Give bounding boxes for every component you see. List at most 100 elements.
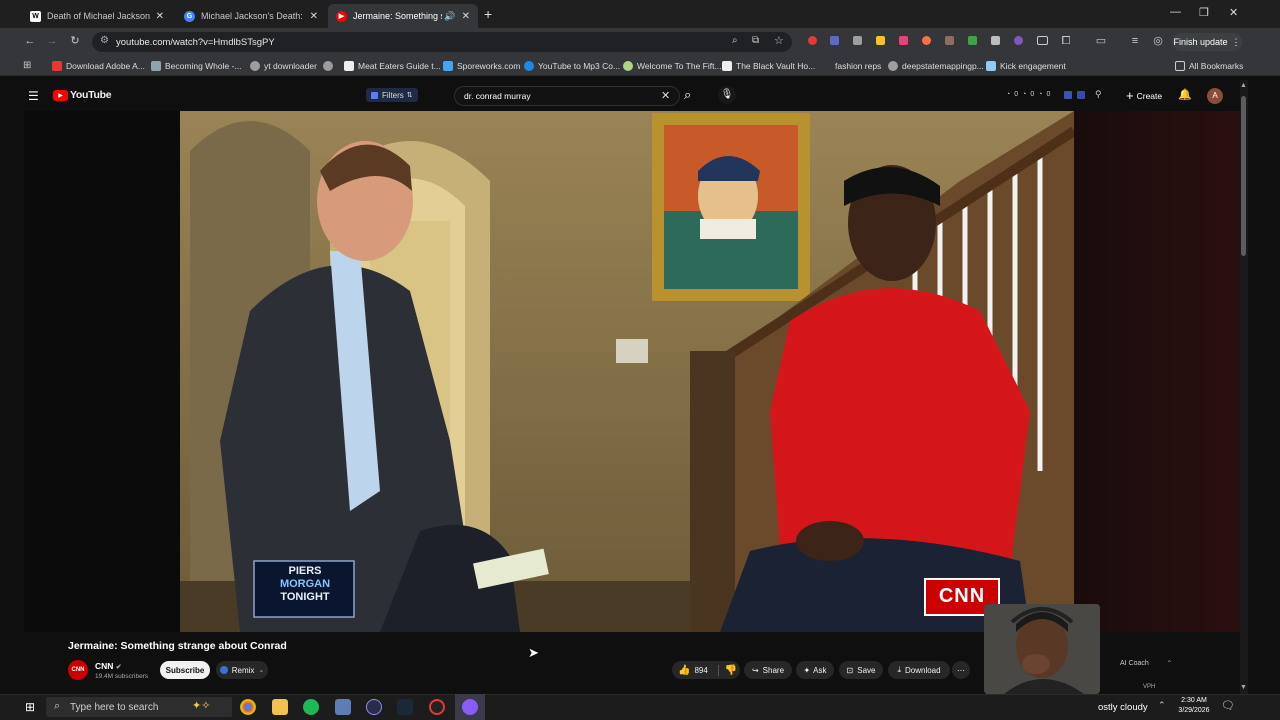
- extension-monitor-icon[interactable]: [1037, 36, 1048, 45]
- bookmark-item[interactable]: yt downloader: [250, 58, 317, 74]
- save-button[interactable]: ⊡ Save: [839, 661, 883, 679]
- thumbs-down-icon[interactable]: 👎: [717, 664, 737, 676]
- clear-search-icon[interactable]: ✕: [661, 89, 670, 102]
- download-button[interactable]: ⤓ Download: [888, 661, 950, 679]
- bookmark-item[interactable]: YouTube to Mp3 Co...: [524, 58, 620, 74]
- create-button[interactable]: + Create: [1126, 88, 1162, 103]
- extension-blue-icon[interactable]: [830, 36, 839, 45]
- close-tab-icon[interactable]: ✕: [310, 11, 318, 22]
- address-bar[interactable]: ⚙ youtube.com/watch?v=HmdlbSTsgPY ⌕ ⧉ ☆: [92, 32, 792, 52]
- avatar[interactable]: A: [1207, 88, 1223, 104]
- bookmark-item[interactable]: deepstatemappingp...: [888, 58, 984, 74]
- extension-pink-icon[interactable]: [899, 36, 908, 45]
- new-tab-icon[interactable]: +: [484, 6, 492, 22]
- ai-coach-button[interactable]: AI Coach: [1120, 660, 1149, 667]
- app-icon[interactable]: [335, 699, 351, 715]
- browser-tab-3-active[interactable]: ▶ Jermaine: Something strang 🔊 ✕: [328, 4, 478, 28]
- back-arrow-icon[interactable]: ←: [23, 34, 37, 48]
- scrollbar-thumb[interactable]: [1241, 96, 1246, 256]
- extension-purple-icon[interactable]: [1014, 36, 1023, 45]
- zoom-icon[interactable]: ⌕: [732, 35, 738, 46]
- like-count[interactable]: 894: [694, 666, 707, 675]
- bookmark-item[interactable]: [323, 58, 337, 74]
- bookmark-item[interactable]: Download Adobe A...: [52, 58, 145, 74]
- ask-button[interactable]: ✦ Ask: [796, 661, 834, 679]
- subscribe-button[interactable]: Subscribe: [160, 661, 210, 679]
- bookmark-label: Meat Eaters Guide t...: [358, 61, 441, 71]
- cast-icon[interactable]: ⧉: [752, 35, 759, 46]
- all-bookmarks-button[interactable]: All Bookmarks: [1175, 58, 1243, 74]
- file-explorer-icon[interactable]: [272, 699, 288, 715]
- extension-green-icon[interactable]: [968, 36, 977, 45]
- taskbar-search[interactable]: ⌕ Type here to search ✦✧: [46, 697, 232, 717]
- extension-badge-icon[interactable]: ⚲: [1095, 89, 1102, 100]
- bookmark-item[interactable]: Welcome To The Fift...: [623, 58, 722, 74]
- forward-arrow-icon[interactable]: →: [45, 34, 59, 48]
- hamburger-menu-icon[interactable]: ☰: [28, 89, 39, 103]
- search-box[interactable]: dr. conrad murray ✕: [454, 86, 680, 106]
- share-button[interactable]: ↪ Share: [744, 661, 792, 679]
- browser-tab-2[interactable]: G Michael Jackson's Death: Prop ✕: [176, 4, 326, 28]
- clock[interactable]: 2:30 AM 3/29/2026: [1174, 696, 1214, 716]
- site-info-icon[interactable]: ⚙: [100, 35, 109, 46]
- tray-chevron-icon[interactable]: ⌃: [1158, 700, 1166, 711]
- bookmark-label: Becoming Whole -...: [165, 61, 242, 71]
- remix-button[interactable]: Remix ⌄: [216, 661, 268, 679]
- chrome-taskbar-icon[interactable]: [240, 699, 256, 715]
- profile-icon[interactable]: ◎: [1151, 34, 1165, 48]
- notifications-bell-icon[interactable]: 🔔: [1178, 88, 1192, 101]
- extensions-puzzle-icon[interactable]: ⧠: [1059, 34, 1073, 48]
- weather-text[interactable]: ostly cloudy: [1098, 702, 1148, 713]
- more-options-icon[interactable]: ⋯: [952, 661, 970, 679]
- steam-icon[interactable]: [397, 699, 413, 715]
- extension-yellow-icon[interactable]: [876, 36, 885, 45]
- audio-playing-icon[interactable]: 🔊: [444, 11, 455, 22]
- notification-center-icon[interactable]: 🗨: [1221, 699, 1235, 712]
- verified-icon: ✔: [115, 664, 122, 671]
- close-window-icon[interactable]: ✕: [1229, 6, 1238, 19]
- bookmark-star-icon[interactable]: ☆: [774, 34, 784, 47]
- obs-icon[interactable]: [462, 699, 478, 715]
- channel-name[interactable]: CNN ✔: [95, 661, 122, 671]
- side-panel-icon[interactable]: ▭: [1094, 34, 1108, 48]
- collapse-chevron-icon[interactable]: ⌃: [1166, 659, 1173, 668]
- bookmark-item[interactable]: Kick engagement: [986, 58, 1066, 74]
- youtube-logo[interactable]: ▶ YouTube: [53, 89, 112, 101]
- bookmark-item[interactable]: Becoming Whole -...: [151, 58, 242, 74]
- reload-icon[interactable]: ↻: [68, 34, 82, 48]
- extension-red-icon[interactable]: [808, 36, 817, 45]
- browser-tab-1[interactable]: W Death of Michael Jackson - Wi ✕: [22, 4, 172, 28]
- finish-update-button[interactable]: Finish update ⋮: [1172, 33, 1242, 51]
- search-input[interactable]: dr. conrad murray: [464, 91, 531, 101]
- sliders-icon: ⇅: [406, 92, 413, 99]
- media-controls-icon[interactable]: ≡: [1128, 34, 1142, 48]
- bookmark-item[interactable]: Sporeworks.com: [443, 58, 520, 74]
- extension-gray-icon[interactable]: [853, 36, 862, 45]
- filters-button[interactable]: Filters ⇅: [366, 88, 418, 102]
- extension-icon[interactable]: [1064, 91, 1072, 99]
- scroll-down-icon[interactable]: ▼: [1240, 684, 1247, 691]
- channel-avatar[interactable]: CNN: [68, 660, 88, 680]
- microphone-icon[interactable]: 🎙: [718, 86, 736, 104]
- bookmark-item[interactable]: Meat Eaters Guide t...: [344, 58, 441, 74]
- extension-brown-icon[interactable]: [945, 36, 954, 45]
- media-player-icon[interactable]: [366, 699, 382, 715]
- sparkle-decor-icon: ✦✧: [192, 700, 211, 712]
- windows-start-icon[interactable]: ⊞: [25, 700, 35, 714]
- apps-grid-icon[interactable]: ⊞: [23, 60, 31, 71]
- restore-icon[interactable]: ❐: [1199, 6, 1209, 19]
- close-tab-icon[interactable]: ✕: [462, 11, 470, 22]
- close-tab-icon[interactable]: ✕: [156, 11, 164, 22]
- spotify-icon[interactable]: [303, 699, 319, 715]
- minimize-icon[interactable]: —: [1170, 6, 1181, 18]
- extension-orange-icon[interactable]: [922, 36, 931, 45]
- thumbs-up-icon[interactable]: 👍: [678, 665, 690, 676]
- bookmark-item[interactable]: The Black Vault Ho...: [722, 58, 815, 74]
- recorder-icon[interactable]: [429, 699, 445, 715]
- extension-icon[interactable]: [1077, 91, 1085, 99]
- scroll-up-icon[interactable]: ▲: [1240, 82, 1247, 89]
- bookmark-item[interactable]: fashion reps: [835, 58, 881, 74]
- search-icon[interactable]: ⌕: [684, 87, 691, 103]
- video-player[interactable]: PIERS MORGAN TONIGHT CNN: [180, 111, 1074, 632]
- extension-light-icon[interactable]: [991, 36, 1000, 45]
